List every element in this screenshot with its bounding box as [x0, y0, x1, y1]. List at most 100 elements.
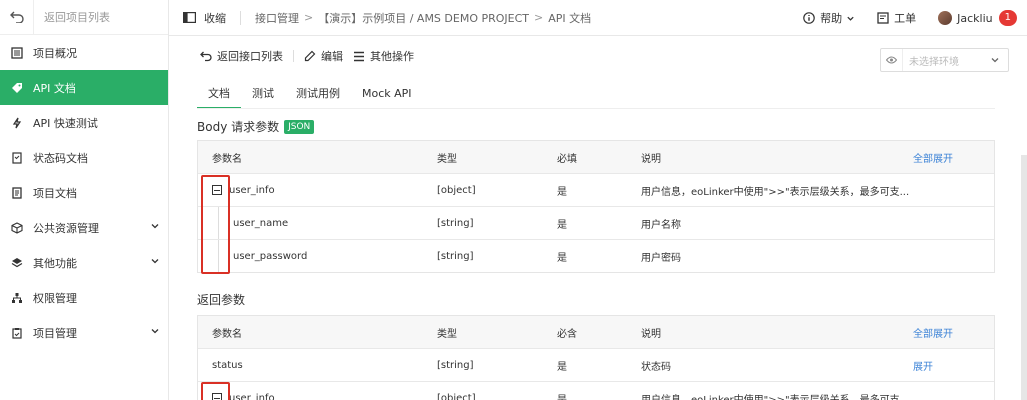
- environment-select[interactable]: 未选择环境: [880, 48, 1009, 72]
- user-name: Jackliu: [957, 11, 993, 25]
- sidebar-item-api-docs[interactable]: API 文档: [0, 70, 168, 105]
- expand-all-link[interactable]: 全部展开: [911, 325, 994, 340]
- param-desc: 用户信息，eoLinker中使用">>"表示层级关系，最多可支...: [641, 394, 910, 400]
- eye-icon: [881, 49, 903, 71]
- sidebar-item-shared-resources[interactable]: 公共资源管理: [0, 210, 168, 245]
- expand-all-link[interactable]: 全部展开: [911, 150, 994, 165]
- sidebar-item-overview[interactable]: 项目概况: [0, 35, 168, 70]
- tab-docs[interactable]: 文档: [197, 80, 241, 109]
- breadcrumb-item[interactable]: 接口管理: [255, 10, 299, 26]
- breadcrumb-item[interactable]: 【演示】示例项目 / AMS DEMO PROJECT: [318, 10, 529, 26]
- cube-icon: [10, 221, 24, 235]
- param-name-cell: user_password: [198, 240, 437, 272]
- table-row: user_info [object] 是 用户信息，eoLinker中使用">>…: [198, 173, 994, 206]
- body-params-table: 参数名 类型 必填 说明 全部展开 user_info [object] 是 用…: [197, 140, 995, 273]
- param-name-cell: status: [198, 349, 437, 381]
- more-actions-button[interactable]: 其他操作: [353, 48, 414, 64]
- col-type-header: 类型: [437, 153, 457, 165]
- param-name-cell: user_info: [198, 174, 437, 206]
- pencil-icon: [304, 50, 316, 62]
- tag-icon: [10, 81, 24, 95]
- param-name: status: [212, 359, 243, 371]
- book-icon: [10, 186, 24, 200]
- avatar: [938, 11, 953, 25]
- sidebar-item-label: API 快速测试: [33, 116, 98, 130]
- edit-button[interactable]: 编辑: [304, 48, 343, 64]
- table-header: 参数名 类型 必含 说明 全部展开: [198, 316, 994, 348]
- breadcrumb-separator: >: [304, 11, 314, 24]
- sidebar-item-status-codes[interactable]: 状态码文档: [0, 140, 168, 175]
- highlight-annotation: [201, 175, 230, 274]
- breadcrumb-item: API 文档: [548, 11, 592, 25]
- ticket-button[interactable]: 工单: [877, 10, 916, 26]
- col-required-header: 必含: [557, 328, 577, 340]
- doc-tabs: 文档 测试 测试用例 Mock API: [197, 80, 423, 109]
- param-name: user_info: [229, 184, 275, 196]
- sidebar-item-permissions[interactable]: 权限管理: [0, 280, 168, 315]
- api-toolbar: 返回接口列表 编辑 其他操作: [200, 48, 414, 64]
- col-name-header: 参数名: [212, 328, 242, 340]
- tab-mock-api[interactable]: Mock API: [351, 80, 423, 109]
- ticket-icon: [877, 12, 889, 24]
- doc-check-icon: [10, 151, 24, 165]
- scrollbar[interactable]: [1021, 155, 1027, 400]
- table-row: user_password [string] 是 用户密码: [198, 239, 994, 272]
- collapse-button[interactable]: 收缩: [183, 10, 226, 26]
- table-row: user_name [string] 是 用户名称: [198, 206, 994, 239]
- bolt-icon: [10, 116, 24, 130]
- param-name-cell: user_info: [198, 382, 437, 400]
- param-name: user_password: [233, 250, 308, 262]
- param-desc: 用户名称: [641, 219, 681, 231]
- breadcrumb: 接口管理 > 【演示】示例项目 / AMS DEMO PROJECT > API…: [255, 10, 591, 26]
- table-row: status [string] 是 状态码 展开: [198, 348, 994, 381]
- expand-link[interactable]: 展开: [911, 358, 994, 373]
- highlight-annotation: [201, 382, 230, 400]
- environment-placeholder: 未选择环境: [909, 56, 959, 68]
- sidebar-item-label: 公共资源管理: [33, 221, 99, 235]
- notification-badge[interactable]: 1: [998, 10, 1017, 26]
- sidebar-item-label: 项目概况: [33, 46, 77, 60]
- param-type: [object]: [437, 184, 476, 196]
- sidebar-item-label: 其他功能: [33, 256, 77, 270]
- param-required: 是: [557, 361, 567, 373]
- param-type: [string]: [437, 359, 474, 371]
- divider: [240, 10, 241, 25]
- menu-icon: [354, 51, 364, 61]
- tab-test[interactable]: 测试: [241, 80, 285, 109]
- back-to-api-list-label: 返回接口列表: [217, 50, 283, 63]
- collapse-icon: [183, 12, 196, 23]
- tab-test-cases[interactable]: 测试用例: [285, 80, 351, 109]
- collapse-label: 收缩: [204, 11, 226, 25]
- sidebar-item-project-docs[interactable]: 项目文档: [0, 175, 168, 210]
- param-required: 是: [557, 186, 567, 198]
- sidebar-menu: 项目概况 API 文档 API 快速测试 状态码文档 项目文档 公共资源管理 其…: [0, 35, 168, 350]
- param-name: user_info: [229, 392, 275, 400]
- top-bar: 收缩 接口管理 > 【演示】示例项目 / AMS DEMO PROJECT > …: [169, 0, 1027, 36]
- col-desc-header: 说明: [641, 328, 661, 340]
- sidebar-item-quick-test[interactable]: API 快速测试: [0, 105, 168, 140]
- param-required: 是: [557, 219, 567, 231]
- back-to-api-list-button[interactable]: 返回接口列表: [200, 48, 283, 64]
- back-to-projects-link[interactable]: 返回项目列表: [34, 9, 110, 25]
- param-name: user_name: [233, 217, 289, 229]
- divider: [293, 50, 294, 62]
- sidebar-item-other-features[interactable]: 其他功能: [0, 245, 168, 280]
- param-type: [string]: [437, 217, 474, 229]
- sidebar-item-label: 项目管理: [33, 326, 77, 340]
- user-menu[interactable]: Jackliu 1: [938, 10, 1017, 26]
- ticket-label: 工单: [894, 12, 917, 25]
- col-required-header: 必填: [557, 153, 577, 165]
- col-name-header: 参数名: [212, 153, 242, 165]
- col-type-header: 类型: [437, 328, 457, 340]
- top-bar-actions: 帮助 工单 Jackliu 1: [781, 0, 1017, 36]
- sidebar-item-project-management[interactable]: 项目管理: [0, 315, 168, 350]
- help-menu[interactable]: 帮助: [803, 10, 855, 26]
- layers-icon: [10, 256, 24, 270]
- org-icon: [10, 291, 24, 305]
- clipboard-icon: [10, 326, 24, 340]
- back-arrow-icon[interactable]: [0, 0, 34, 35]
- back-arrow-icon: [200, 51, 212, 61]
- param-type: [object]: [437, 392, 476, 400]
- chevron-down-icon: [847, 16, 854, 21]
- overview-icon: [10, 46, 24, 60]
